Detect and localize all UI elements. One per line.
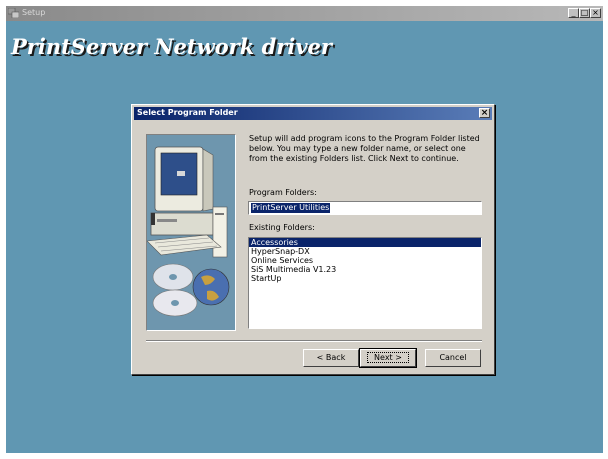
computer-illustration-icon bbox=[146, 146, 230, 317]
next-button-label: Next > bbox=[367, 352, 409, 363]
select-program-folder-dialog: Select Program Folder × Setup will add p… bbox=[131, 104, 495, 375]
list-item[interactable]: Accessories bbox=[249, 238, 481, 247]
existing-folders-label: Existing Folders: bbox=[249, 223, 315, 232]
dialog-title: Select Program Folder bbox=[137, 108, 238, 117]
maximize-button[interactable]: □ bbox=[579, 8, 590, 18]
close-button[interactable]: × bbox=[590, 8, 601, 18]
next-button[interactable]: Next > bbox=[360, 349, 416, 367]
dialog-titlebar[interactable]: Select Program Folder × bbox=[134, 107, 492, 120]
list-item[interactable]: StartUp bbox=[249, 274, 481, 283]
setup-window: Setup _ □ × PrintServer Network driver S… bbox=[6, 6, 603, 453]
program-folder-value: PrintServer Utilities bbox=[251, 203, 331, 213]
cancel-button[interactable]: Cancel bbox=[425, 349, 481, 367]
list-item[interactable]: SiS Multimedia V1.23 bbox=[249, 265, 481, 274]
window-title: Setup bbox=[22, 8, 46, 17]
dialog-close-button[interactable]: × bbox=[479, 108, 490, 118]
setup-app-icon bbox=[8, 8, 19, 18]
setup-illustration bbox=[146, 134, 236, 331]
list-item[interactable]: Online Services bbox=[249, 256, 481, 265]
divider bbox=[146, 340, 482, 342]
list-item[interactable]: HyperSnap-DX bbox=[249, 247, 481, 256]
product-banner: PrintServer Network driver bbox=[11, 34, 332, 59]
existing-folders-list[interactable]: Accessories HyperSnap-DX Online Services… bbox=[248, 237, 482, 329]
instructions-text: Setup will add program icons to the Prog… bbox=[249, 134, 480, 163]
program-folder-input[interactable]: PrintServer Utilities bbox=[248, 201, 482, 215]
minimize-button[interactable]: _ bbox=[568, 8, 579, 18]
program-folders-label: Program Folders: bbox=[249, 188, 317, 197]
back-button[interactable]: < Back bbox=[303, 349, 359, 367]
window-titlebar[interactable]: Setup _ □ × bbox=[6, 6, 603, 21]
